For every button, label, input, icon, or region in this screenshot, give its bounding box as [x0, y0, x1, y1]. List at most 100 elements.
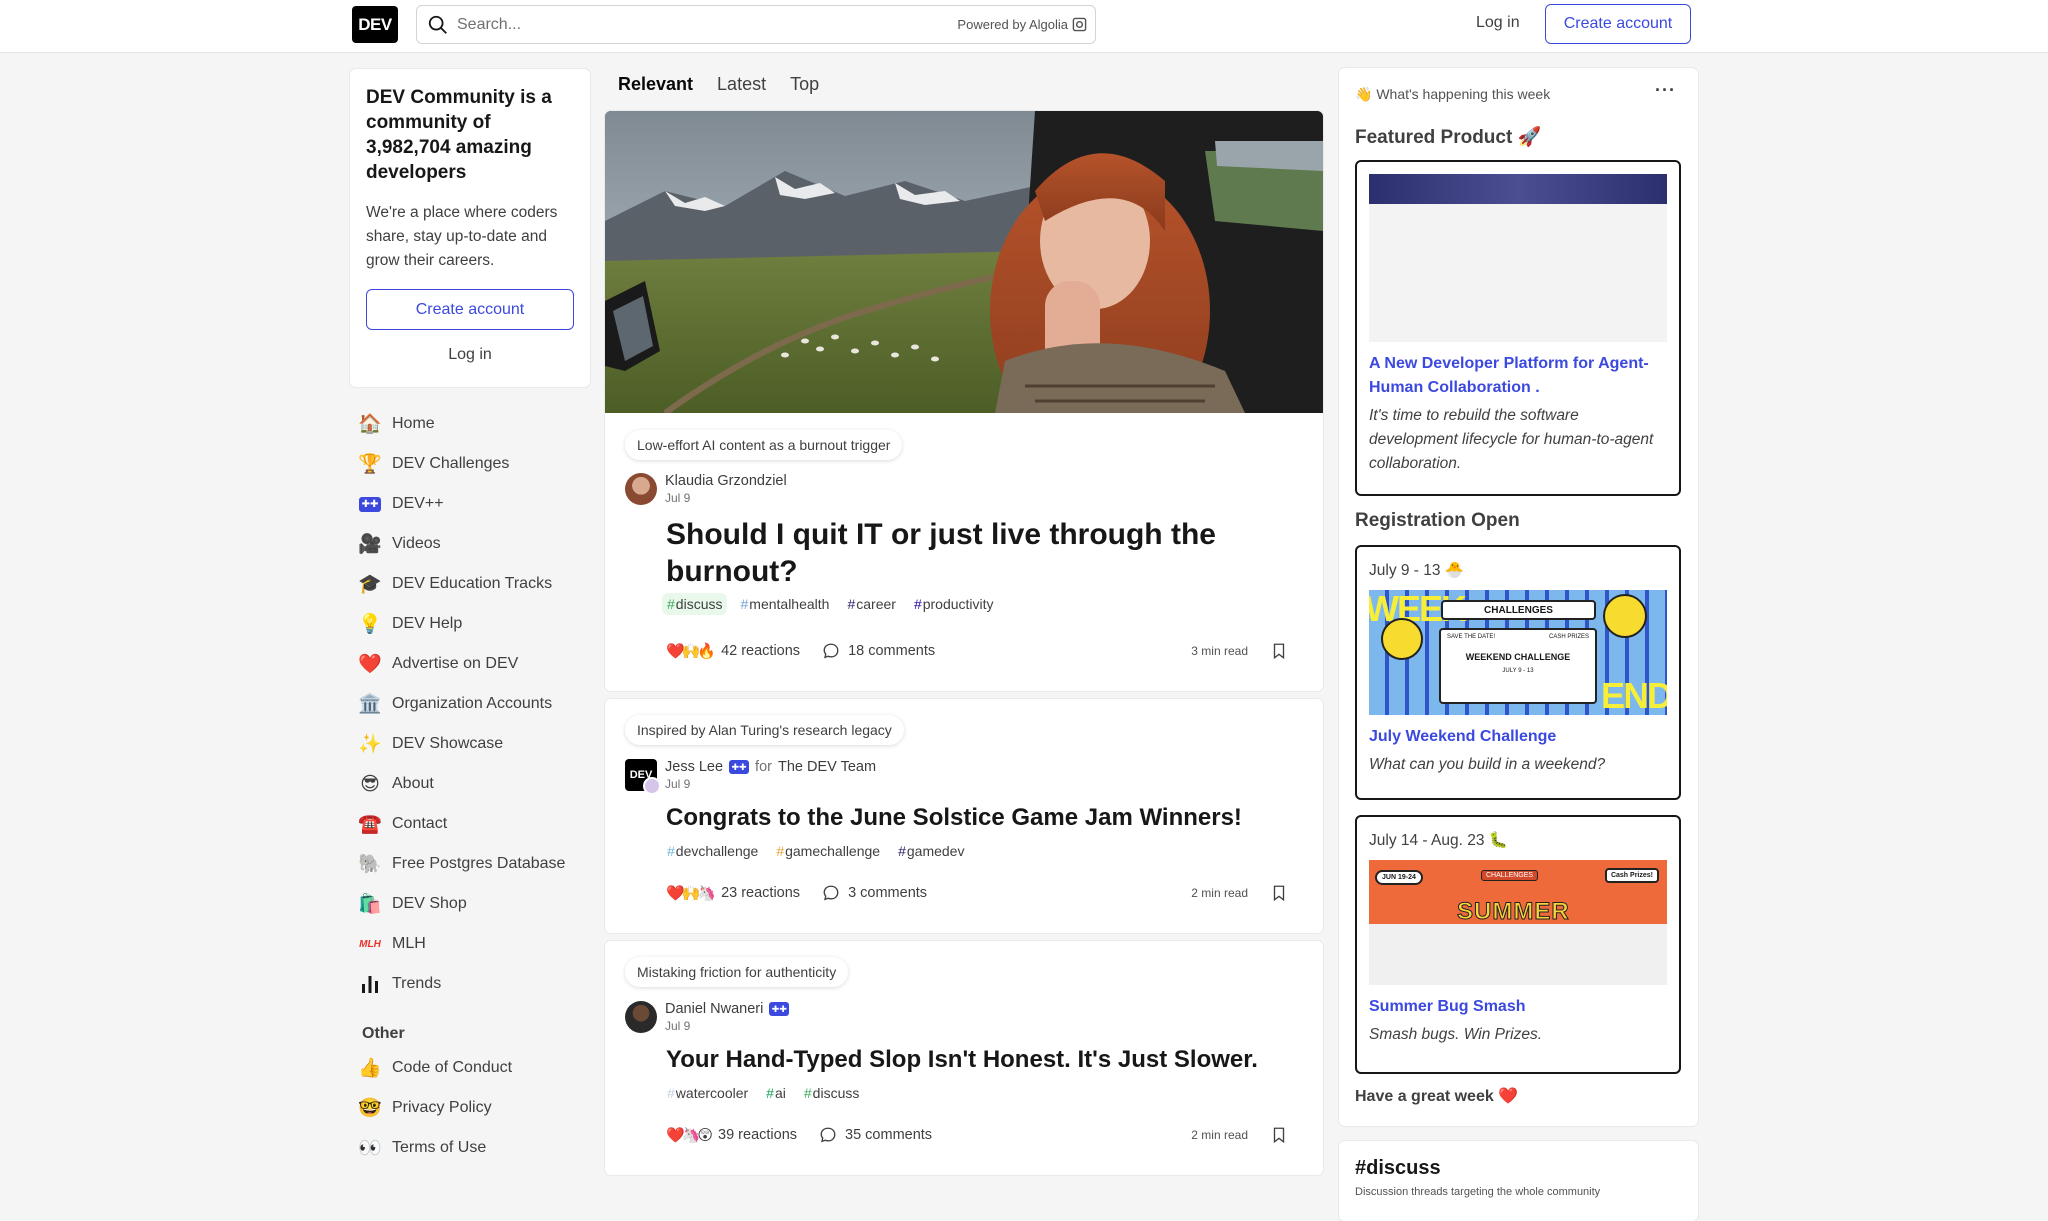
search-icon[interactable]	[427, 14, 449, 36]
featured-product-title[interactable]: A New Developer Platform for Agent-Human…	[1369, 352, 1667, 400]
nav-item-dev-shop[interactable]: 🛍️ DEV Shop	[350, 884, 590, 924]
tag-discuss[interactable]: #discuss	[662, 593, 728, 615]
article-cover-image[interactable]	[605, 111, 1323, 413]
bookmark-icon[interactable]	[1270, 642, 1288, 660]
nav-item-mlh[interactable]: MLH MLH	[350, 924, 590, 964]
comments-link[interactable]: 3 comments	[822, 884, 927, 902]
dev-logo[interactable]: DEV	[352, 6, 398, 43]
tag-gamechallenge[interactable]: #gamechallenge	[771, 840, 885, 862]
create-account-button[interactable]: Create account	[366, 289, 574, 330]
featured-product-image[interactable]	[1369, 174, 1667, 342]
header-create-account-button[interactable]: Create account	[1545, 4, 1691, 44]
tab-relevant[interactable]: Relevant	[606, 68, 705, 101]
search-bar[interactable]: Powered by Algolia	[416, 5, 1096, 44]
event-title[interactable]: July Weekend Challenge	[1369, 725, 1667, 749]
tag-devchallenge[interactable]: #devchallenge	[662, 840, 763, 862]
discuss-card[interactable]: #discuss Discussion threads targeting th…	[1339, 1141, 1698, 1221]
header-login-link[interactable]: Log in	[1466, 11, 1530, 37]
author-name[interactable]: Daniel Nwaneri	[665, 1001, 763, 1017]
tab-latest[interactable]: Latest	[705, 68, 778, 101]
nav-item-home[interactable]: 🏠 Home	[350, 404, 590, 444]
nav-label: Privacy Policy	[392, 1099, 492, 1116]
nav-item-dev-help[interactable]: 💡 DEV Help	[350, 604, 590, 644]
org-avatar[interactable]: DEV	[625, 759, 661, 795]
event-banner[interactable]: WEEK END CHALLENGES SAVE THE DATE! CASH P…	[1369, 590, 1667, 715]
event-banner-brand: CHALLENGES	[1481, 870, 1539, 881]
article-author[interactable]: Klaudia Grzondziel Jul 9	[625, 473, 787, 505]
search-input[interactable]	[457, 6, 937, 43]
tag-discuss[interactable]: #discuss	[799, 1082, 864, 1104]
sunglasses-face-icon: 😎	[360, 773, 380, 795]
article-context-badge[interactable]: Low-effort AI content as a burnout trigg…	[625, 430, 903, 460]
reactions-count[interactable]: 42 reactions	[721, 643, 800, 659]
article-card[interactable]: Inspired by Alan Turing's research legac…	[605, 699, 1323, 933]
event-banner-cash-label: Cash Prizes!	[1604, 868, 1659, 883]
event-title[interactable]: Summer Bug Smash	[1369, 995, 1667, 1019]
nav-item-terms-of-use[interactable]: 👀 Terms of Use	[350, 1128, 590, 1168]
comments-link[interactable]: 35 comments	[819, 1126, 932, 1144]
nav-item-dev-plus[interactable]: ✚✚ DEV++	[350, 484, 590, 524]
article-author[interactable]: DEV Jess Lee ✚✚ for The DEV Team Jul 9	[625, 759, 876, 795]
nav-item-about[interactable]: 😎 About	[350, 764, 590, 804]
nav-item-privacy-policy[interactable]: 🤓 Privacy Policy	[350, 1088, 590, 1128]
tag-career[interactable]: #career	[842, 593, 900, 615]
classical-building-icon: 🏛️	[358, 694, 382, 715]
event-banner[interactable]: JUN 19-24 CHALLENGES Cash Prizes! SUMMER	[1369, 860, 1667, 985]
org-name[interactable]: The DEV Team	[778, 759, 876, 775]
read-time: 2 min read	[1191, 886, 1248, 900]
login-link[interactable]: Log in	[366, 340, 574, 370]
bookmark-icon[interactable]	[1270, 1126, 1288, 1144]
article-author[interactable]: Daniel Nwaneri ✚✚ Jul 9	[625, 1001, 790, 1033]
nav-item-education-tracks[interactable]: 🎓 DEV Education Tracks	[350, 564, 590, 604]
avatar[interactable]	[625, 473, 657, 505]
article-card[interactable]: Low-effort AI content as a burnout trigg…	[605, 111, 1323, 691]
nav-label: DEV++	[392, 495, 444, 512]
more-options-icon[interactable]: ···	[1655, 80, 1676, 101]
article-title[interactable]: Congrats to the June Solstice Game Jam W…	[666, 803, 1286, 833]
tag-ai[interactable]: #ai	[761, 1082, 791, 1104]
article-context-badge[interactable]: Mistaking friction for authenticity	[625, 957, 849, 987]
tag-productivity[interactable]: #productivity	[909, 593, 999, 615]
nav-label: Trends	[392, 975, 442, 992]
reaction-emoji-icons[interactable]: ❤️ 🙌 🔥	[666, 642, 716, 660]
nav-item-contact[interactable]: ☎️ Contact	[350, 804, 590, 844]
article-title[interactable]: Should I quit IT or just live through th…	[666, 516, 1286, 590]
event-card[interactable]: July 9 - 13 🐣 WEEK END CHALLENGES SAVE T…	[1355, 545, 1681, 800]
nav-item-videos[interactable]: 🎥 Videos	[350, 524, 590, 564]
algolia-attribution[interactable]: Powered by Algolia	[957, 17, 1087, 32]
article-context-badge[interactable]: Inspired by Alan Turing's research legac…	[625, 715, 904, 745]
bookmark-icon[interactable]	[1270, 884, 1288, 902]
discuss-heading[interactable]: #discuss	[1355, 1157, 1682, 1180]
article-card[interactable]: Mistaking friction for authenticity Dani…	[605, 941, 1323, 1175]
nav-item-trends[interactable]: Trends	[350, 964, 590, 1004]
nav-label: Code of Conduct	[392, 1059, 513, 1076]
nav-label: DEV Challenges	[392, 455, 510, 472]
author-name[interactable]: Klaudia Grzondziel	[665, 473, 787, 489]
nav-item-dev-challenges[interactable]: 🏆 DEV Challenges	[350, 444, 590, 484]
avatar[interactable]	[625, 1001, 657, 1033]
tag-watercooler[interactable]: #watercooler	[662, 1082, 753, 1104]
reactions-count[interactable]: 39 reactions	[718, 1127, 797, 1143]
event-date: July 9 - 13 🐣	[1369, 562, 1465, 579]
feed-tabs: Relevant Latest Top	[606, 68, 831, 101]
tag-mentalhealth[interactable]: #mentalhealth	[735, 593, 834, 615]
article-title[interactable]: Your Hand-Typed Slop Isn't Honest. It's …	[666, 1045, 1286, 1075]
tab-top[interactable]: Top	[778, 68, 831, 101]
nav-item-code-of-conduct[interactable]: 👍 Code of Conduct	[350, 1048, 590, 1088]
nav-label: DEV Shop	[392, 895, 467, 912]
comments-link[interactable]: 18 comments	[822, 642, 935, 660]
reaction-emoji-icons[interactable]: ❤️ 🦄 😲	[666, 1126, 713, 1144]
event-card[interactable]: July 14 - Aug. 23 🐛 JUN 19-24 CHALLENGES…	[1355, 815, 1681, 1074]
cover-illustration	[605, 111, 1323, 413]
whats-happening-card: 👋 What's happening this week ··· Feature…	[1339, 68, 1698, 1126]
nav-item-advertise[interactable]: ❤️ Advertise on DEV	[350, 644, 590, 684]
nav-item-free-postgres[interactable]: 🐘 Free Postgres Database	[350, 844, 590, 884]
featured-product-card[interactable]: A New Developer Platform for Agent-Human…	[1355, 160, 1681, 496]
tag-gamedev[interactable]: #gamedev	[893, 840, 969, 862]
reaction-emoji-icons[interactable]: ❤️ 🙌 🦄	[666, 884, 716, 902]
reactions-count[interactable]: 23 reactions	[721, 885, 800, 901]
author-name[interactable]: Jess Lee	[665, 759, 723, 775]
nav-item-dev-showcase[interactable]: ✨ DEV Showcase	[350, 724, 590, 764]
nav-item-organization-accounts[interactable]: 🏛️ Organization Accounts	[350, 684, 590, 724]
avatar[interactable]	[643, 777, 661, 795]
